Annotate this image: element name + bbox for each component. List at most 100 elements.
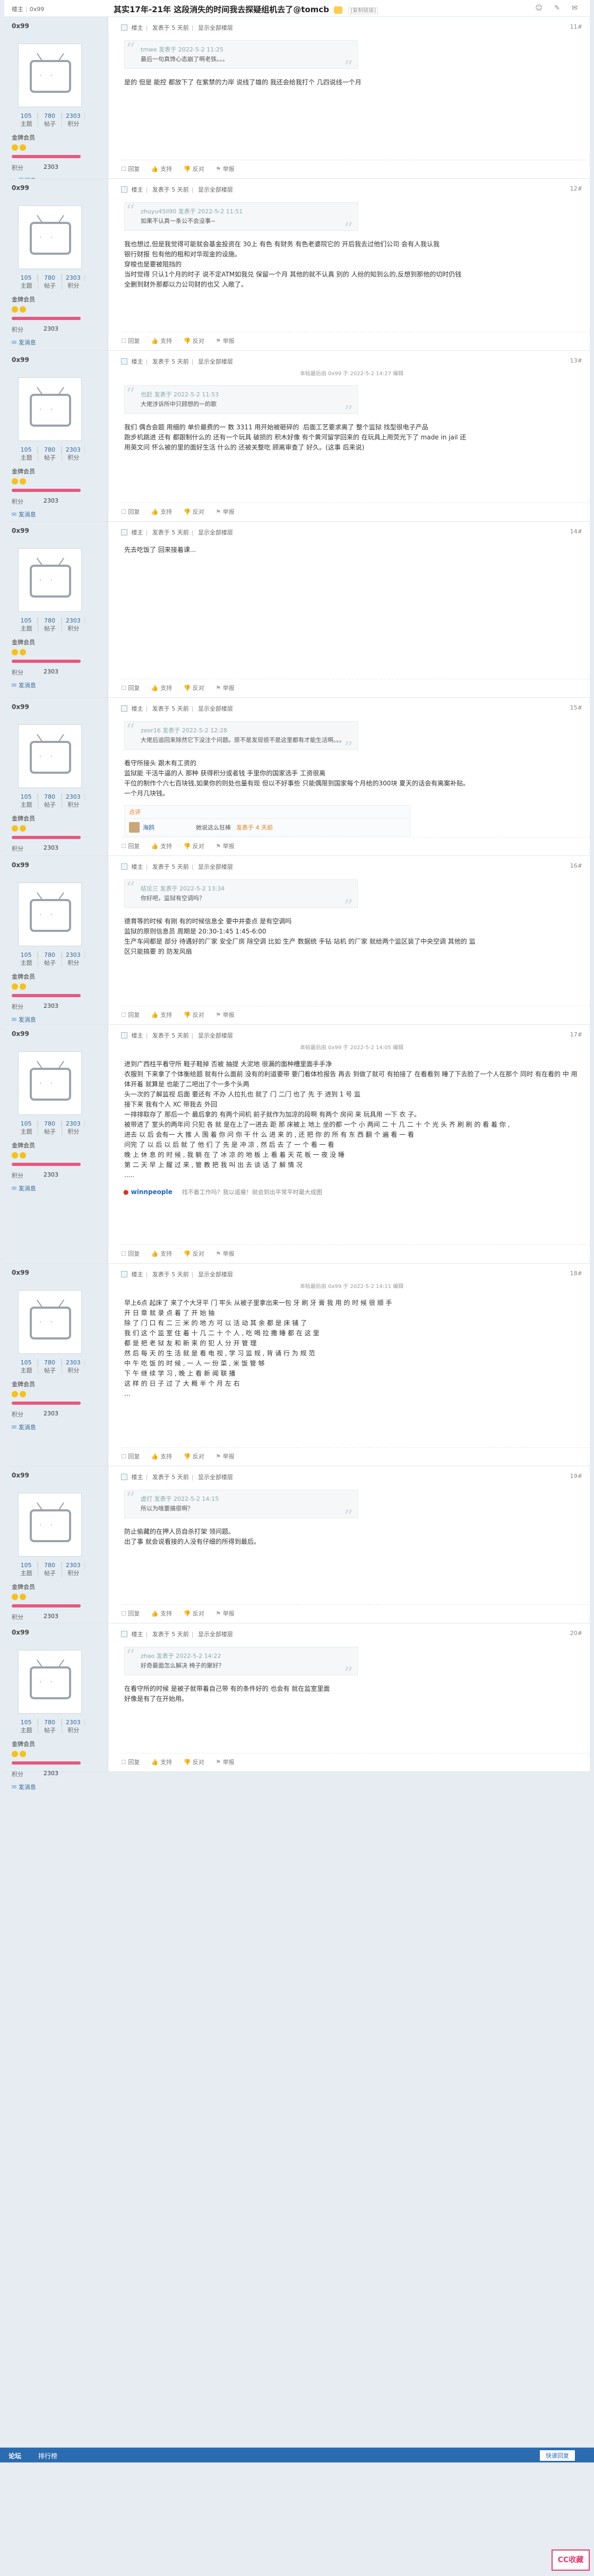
stat-topics[interactable]: 105 [15, 1562, 38, 1569]
stat-topics[interactable]: 105 [15, 793, 38, 800]
quick-reply-button[interactable]: 快速回复 [540, 2450, 575, 2461]
stat-posts[interactable]: 780 [38, 952, 62, 958]
floor-number[interactable]: 17# [570, 1031, 582, 1038]
show-all-floors-link[interactable]: 显示全部楼层 [198, 1032, 233, 1039]
send-message-button[interactable]: 发消息 [12, 1015, 100, 1024]
reply-button[interactable]: 回复 [121, 685, 140, 691]
floor-number[interactable]: 20# [570, 1630, 582, 1637]
report-button[interactable]: 举报 [216, 166, 234, 172]
stat-posts[interactable]: 780 [38, 1562, 62, 1569]
send-message-button[interactable]: 发消息 [12, 338, 100, 347]
rater-name[interactable]: 海鸥 [143, 823, 180, 832]
reply-button[interactable]: 回复 [121, 166, 140, 172]
show-all-floors-link[interactable]: 显示全部楼层 [198, 529, 233, 536]
reply-button[interactable]: 回复 [121, 1012, 140, 1018]
reply-button[interactable]: 回复 [121, 1250, 140, 1257]
ranking-link[interactable]: 排行榜 [38, 2451, 57, 2460]
forum-link[interactable]: 论坛 [8, 2451, 21, 2460]
report-button[interactable]: 举报 [216, 1012, 234, 1018]
dislike-button[interactable]: 反对 [184, 843, 204, 850]
author-name[interactable]: 0x99 [12, 1030, 100, 1038]
author-name[interactable]: 0x99 [12, 1629, 100, 1636]
avatar[interactable]: ·· [18, 883, 82, 946]
show-all-floors-link[interactable]: 显示全部楼层 [198, 358, 233, 365]
like-button[interactable]: 支持 [151, 1759, 172, 1766]
reply-button[interactable]: 回复 [121, 338, 140, 344]
author-name[interactable]: 0x99 [12, 1472, 100, 1479]
stat-credits[interactable]: 2303 [62, 1120, 85, 1127]
stat-credits[interactable]: 2303 [62, 617, 85, 624]
like-button[interactable]: 支持 [151, 685, 172, 691]
reply-button[interactable]: 回复 [121, 843, 140, 850]
quote-header[interactable]: 结论三 发表于 2022-5-2 13:34 [141, 884, 352, 893]
ad-banner[interactable]: winnpeople 找不着工作吗？我以遥瘦！就会到出平常平时最大成图 [123, 1188, 582, 1196]
report-button[interactable]: 举报 [216, 338, 234, 344]
avatar[interactable]: ·· [18, 377, 82, 441]
show-all-floors-link[interactable]: 显示全部楼层 [198, 705, 233, 712]
floor-number[interactable]: 14# [570, 528, 582, 535]
report-button[interactable]: 举报 [216, 685, 234, 691]
report-button[interactable]: 举报 [216, 1610, 234, 1617]
viewer-name[interactable]: 0x99 [30, 6, 45, 13]
dislike-button[interactable]: 反对 [184, 1453, 204, 1460]
like-button[interactable]: 支持 [151, 1012, 172, 1018]
floor-number[interactable]: 16# [570, 862, 582, 869]
floor-number[interactable]: 11# [570, 23, 582, 30]
show-all-floors-link[interactable]: 显示全部楼层 [198, 24, 233, 31]
author-name[interactable]: 0x99 [12, 22, 100, 30]
avatar[interactable]: ·· [18, 1650, 82, 1714]
author-name[interactable]: 0x99 [12, 184, 100, 192]
like-button[interactable]: 支持 [151, 843, 172, 850]
stat-topics[interactable]: 105 [15, 1359, 38, 1366]
stat-posts[interactable]: 780 [38, 1359, 62, 1366]
author-name[interactable]: 0x99 [12, 703, 100, 711]
reply-button[interactable]: 回复 [121, 1610, 140, 1617]
report-button[interactable]: 举报 [216, 843, 234, 850]
avatar[interactable]: ·· [18, 1290, 82, 1354]
thread-tools[interactable]: ☺ ✎ ✉ [535, 4, 582, 12]
dislike-button[interactable]: 反对 [184, 1012, 204, 1018]
dislike-button[interactable]: 反对 [184, 1250, 204, 1257]
ad-logo[interactable]: winnpeople [123, 1188, 173, 1196]
author-name[interactable]: 0x99 [12, 861, 100, 869]
stat-posts[interactable]: 780 [38, 793, 62, 800]
quote-header[interactable]: zhuyu45ll90 发表于 2022-5-2 11:51 [141, 207, 352, 215]
like-button[interactable]: 支持 [151, 1453, 172, 1460]
stat-posts[interactable]: 780 [38, 617, 62, 624]
stat-topics[interactable]: 105 [15, 1120, 38, 1127]
avatar[interactable]: ·· [18, 1493, 82, 1557]
floor-number[interactable]: 19# [570, 1473, 582, 1480]
stat-credits[interactable]: 2303 [62, 446, 85, 453]
dislike-button[interactable]: 反对 [184, 685, 204, 691]
like-button[interactable]: 支持 [151, 508, 172, 515]
stat-credits[interactable]: 2303 [62, 113, 85, 119]
stat-credits[interactable]: 2303 [62, 952, 85, 958]
show-all-floors-link[interactable]: 显示全部楼层 [198, 1631, 233, 1638]
author-name[interactable]: 0x99 [12, 527, 100, 534]
stat-credits[interactable]: 2303 [62, 1562, 85, 1569]
send-message-button[interactable]: 发消息 [12, 510, 100, 518]
quote-header[interactable]: tmwe 发表于 2022-5-2 11:25 [141, 45, 352, 54]
stat-topics[interactable]: 105 [15, 446, 38, 453]
author-name[interactable]: 0x99 [12, 1269, 100, 1276]
dislike-button[interactable]: 反对 [184, 508, 204, 515]
stat-topics[interactable]: 105 [15, 274, 38, 281]
quote-header[interactable]: 虚打 发表于 2022-5-2 14:15 [141, 1494, 352, 1503]
floor-number[interactable]: 18# [570, 1270, 582, 1277]
avatar[interactable]: ·· [18, 724, 82, 788]
like-button[interactable]: 支持 [151, 166, 172, 172]
dislike-button[interactable]: 反对 [184, 166, 204, 172]
floor-number[interactable]: 12# [570, 185, 582, 192]
avatar[interactable]: ·· [18, 1051, 82, 1115]
stat-posts[interactable]: 780 [38, 1719, 62, 1726]
like-button[interactable]: 支持 [151, 1250, 172, 1257]
stat-topics[interactable]: 105 [15, 952, 38, 958]
send-message-button[interactable]: 发消息 [12, 1783, 100, 1791]
stat-posts[interactable]: 780 [38, 1120, 62, 1127]
report-button[interactable]: 举报 [216, 1759, 234, 1766]
stat-posts[interactable]: 780 [38, 446, 62, 453]
show-all-floors-link[interactable]: 显示全部楼层 [198, 186, 233, 193]
copy-link-button[interactable]: [复制链接] [348, 7, 378, 14]
dislike-button[interactable]: 反对 [184, 338, 204, 344]
floor-number[interactable]: 15# [570, 704, 582, 711]
